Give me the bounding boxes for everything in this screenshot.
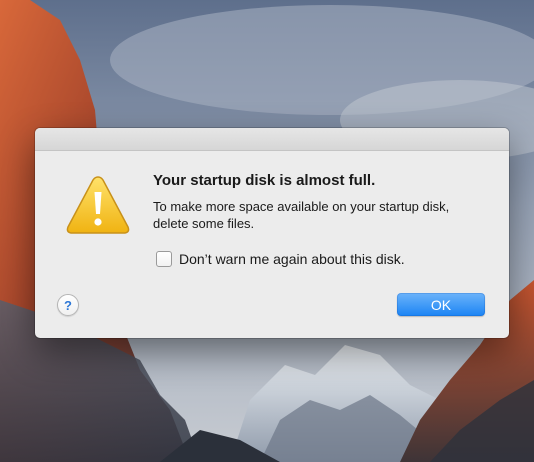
warning-icon: [66, 176, 130, 234]
dont-warn-checkbox[interactable]: [156, 251, 172, 267]
dont-warn-checkbox-row[interactable]: Don’t warn me again about this disk.: [156, 251, 405, 267]
help-button[interactable]: ?: [57, 294, 79, 316]
dialog-message: To make more space available on your sta…: [153, 199, 450, 231]
alert-dialog: Your startup disk is almost full. To mak…: [35, 128, 509, 338]
ok-button[interactable]: OK: [397, 293, 485, 316]
dont-warn-checkbox-label[interactable]: Don’t warn me again about this disk.: [179, 251, 405, 267]
desktop: Your startup disk is almost full. To mak…: [0, 0, 534, 462]
dialog-titlebar: [35, 128, 509, 151]
dialog-title: Your startup disk is almost full.: [153, 172, 376, 189]
